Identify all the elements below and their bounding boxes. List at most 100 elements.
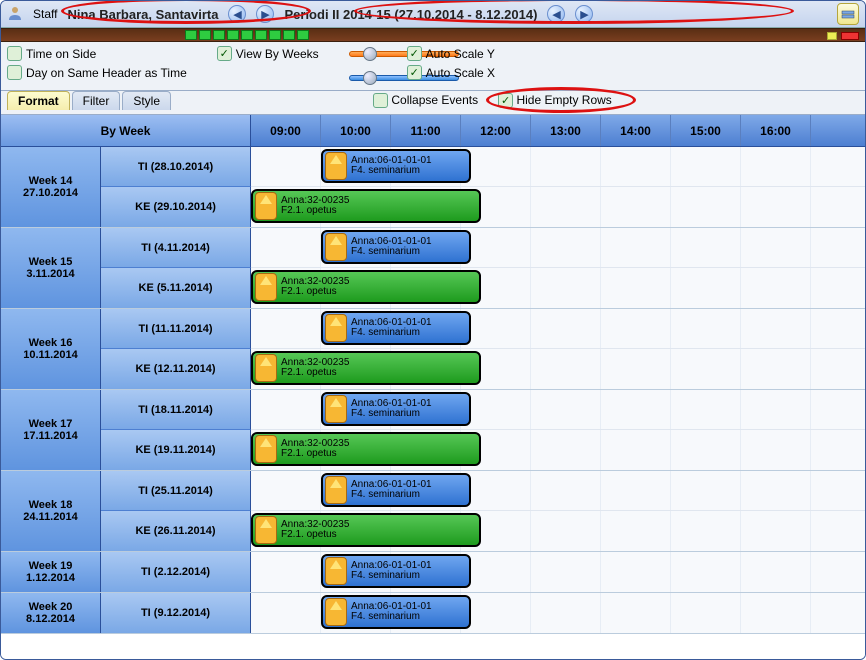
day-cell[interactable]: TI (18.11.2014) (101, 390, 251, 430)
event-opetus[interactable]: Anna:32-00235F2.1. opetus (251, 189, 481, 223)
checkbox-icon: ✓ (217, 46, 232, 61)
day-cell[interactable]: TI (25.11.2014) (101, 471, 251, 511)
warning-icon (325, 395, 347, 423)
next-object-button[interactable]: ▶ (256, 5, 274, 23)
slot-row: Anna:32-00235F2.1. opetus (251, 349, 865, 389)
event-opetus[interactable]: Anna:32-00235F2.1. opetus (251, 351, 481, 385)
day-cell[interactable]: KE (5.11.2014) (101, 268, 251, 308)
hide-empty-rows-option[interactable]: ✓ Hide Empty Rows (498, 93, 612, 108)
week-label: Week 191.12.2014 (1, 552, 101, 592)
collapse-events-option[interactable]: ✓ Collapse Events (373, 93, 478, 108)
event-opetus[interactable]: Anna:32-00235F2.1. opetus (251, 270, 481, 304)
day-cell[interactable]: TI (4.11.2014) (101, 228, 251, 268)
tab-filter[interactable]: Filter (72, 91, 121, 110)
warning-icon (255, 354, 277, 382)
event-sub: F2.1. opetus (281, 287, 349, 298)
auto-scale-x-option[interactable]: ✓ Auto Scale X (407, 65, 495, 80)
hour-header: 09:00 (251, 115, 321, 146)
slot-row: Anna:06-01-01-01F4. seminarium (251, 309, 865, 349)
warning-icon (325, 314, 347, 342)
object-type-label: Staff (33, 7, 57, 21)
event-sub: F4. seminarium (351, 247, 432, 258)
tab-format[interactable]: Format (7, 91, 70, 110)
day-cell[interactable]: KE (29.10.2014) (101, 187, 251, 227)
hour-header: 12:00 (461, 115, 531, 146)
event-seminarium[interactable]: Anna:06-01-01-01F4. seminarium (321, 230, 471, 264)
week-label: Week 153.11.2014 (1, 228, 101, 308)
blue-slider[interactable] (349, 70, 377, 86)
week-label: Week 1427.10.2014 (1, 147, 101, 227)
warning-icon (325, 598, 347, 626)
coverage-bar (1, 28, 865, 42)
day-cell[interactable]: TI (28.10.2014) (101, 147, 251, 187)
event-opetus[interactable]: Anna:32-00235F2.1. opetus (251, 432, 481, 466)
timetable-header: By Week 09:0010:0011:0012:0013:0014:0015… (1, 115, 865, 147)
next-period-button[interactable]: ▶ (575, 5, 593, 23)
day-cell[interactable]: TI (9.12.2014) (101, 593, 251, 633)
warning-icon (255, 516, 277, 544)
slot-row: Anna:32-00235F2.1. opetus (251, 187, 865, 227)
event-opetus[interactable]: Anna:32-00235F2.1. opetus (251, 513, 481, 547)
week-label: Week 1717.11.2014 (1, 390, 101, 470)
view-by-weeks-option[interactable]: ✓ View By Weeks (217, 46, 319, 61)
auto-scale-y-option[interactable]: ✓ Auto Scale Y (407, 46, 495, 61)
day-cell[interactable]: TI (2.12.2014) (101, 552, 251, 592)
warning-icon (255, 273, 277, 301)
slot-row: Anna:06-01-01-01F4. seminarium (251, 593, 865, 633)
checkbox-icon: ✓ (498, 93, 513, 108)
event-sub: F4. seminarium (351, 490, 432, 501)
day-cell[interactable]: KE (19.11.2014) (101, 430, 251, 470)
warning-icon (325, 476, 347, 504)
tab-style[interactable]: Style (122, 91, 171, 110)
slot-row: Anna:32-00235F2.1. opetus (251, 511, 865, 551)
orange-slider[interactable] (349, 46, 377, 62)
period-label[interactable]: Periodi II 2014-15 (27.10.2014 - 8.12.20… (284, 7, 537, 22)
slot-row: Anna:06-01-01-01F4. seminarium (251, 390, 865, 430)
event-seminarium[interactable]: Anna:06-01-01-01F4. seminarium (321, 595, 471, 629)
slot-row: Anna:06-01-01-01F4. seminarium (251, 228, 865, 268)
slot-row: Anna:32-00235F2.1. opetus (251, 430, 865, 470)
week-label: Week 208.12.2014 (1, 593, 101, 633)
options-panel: ✓ Time on Side ✓ Day on Same Header as T… (1, 42, 865, 91)
prev-period-button[interactable]: ◀ (547, 5, 565, 23)
event-seminarium[interactable]: Anna:06-01-01-01F4. seminarium (321, 392, 471, 426)
day-cell[interactable]: TI (11.11.2014) (101, 309, 251, 349)
day-cell[interactable]: KE (12.11.2014) (101, 349, 251, 389)
warning-icon (325, 152, 347, 180)
slot-row: Anna:06-01-01-01F4. seminarium (251, 471, 865, 511)
prev-object-button[interactable]: ◀ (228, 5, 246, 23)
by-week-header: By Week (1, 115, 251, 146)
day-cell[interactable]: KE (26.11.2014) (101, 511, 251, 551)
event-sub: F4. seminarium (351, 166, 432, 177)
hour-header: 13:00 (531, 115, 601, 146)
checkbox-icon: ✓ (407, 65, 422, 80)
event-sub: F2.1. opetus (281, 449, 349, 460)
expand-button[interactable] (837, 3, 859, 25)
hour-header: 16:00 (741, 115, 811, 146)
checkbox-icon: ✓ (7, 65, 22, 80)
slot-row: Anna:06-01-01-01F4. seminarium (251, 552, 865, 592)
checkbox-icon: ✓ (407, 46, 422, 61)
day-same-header-option[interactable]: ✓ Day on Same Header as Time (7, 65, 187, 80)
event-sub: F4. seminarium (351, 571, 432, 582)
checkbox-icon: ✓ (373, 93, 388, 108)
hour-header: 10:00 (321, 115, 391, 146)
event-sub: F4. seminarium (351, 612, 432, 623)
warning-icon (255, 192, 277, 220)
event-sub: F4. seminarium (351, 409, 432, 420)
week-label: Week 1824.11.2014 (1, 471, 101, 551)
time-on-side-option[interactable]: ✓ Time on Side (7, 46, 187, 61)
warning-icon (325, 233, 347, 261)
week-label: Week 1610.11.2014 (1, 309, 101, 389)
event-seminarium[interactable]: Anna:06-01-01-01F4. seminarium (321, 311, 471, 345)
event-seminarium[interactable]: Anna:06-01-01-01F4. seminarium (321, 554, 471, 588)
event-sub: F2.1. opetus (281, 206, 349, 217)
object-name[interactable]: Nina Barbara, Santavirta (67, 7, 218, 22)
event-seminarium[interactable]: Anna:06-01-01-01F4. seminarium (321, 149, 471, 183)
hour-header: 14:00 (601, 115, 671, 146)
event-sub: F2.1. opetus (281, 530, 349, 541)
slot-row: Anna:32-00235F2.1. opetus (251, 268, 865, 308)
event-seminarium[interactable]: Anna:06-01-01-01F4. seminarium (321, 473, 471, 507)
warning-icon (325, 557, 347, 585)
person-icon (7, 5, 23, 24)
